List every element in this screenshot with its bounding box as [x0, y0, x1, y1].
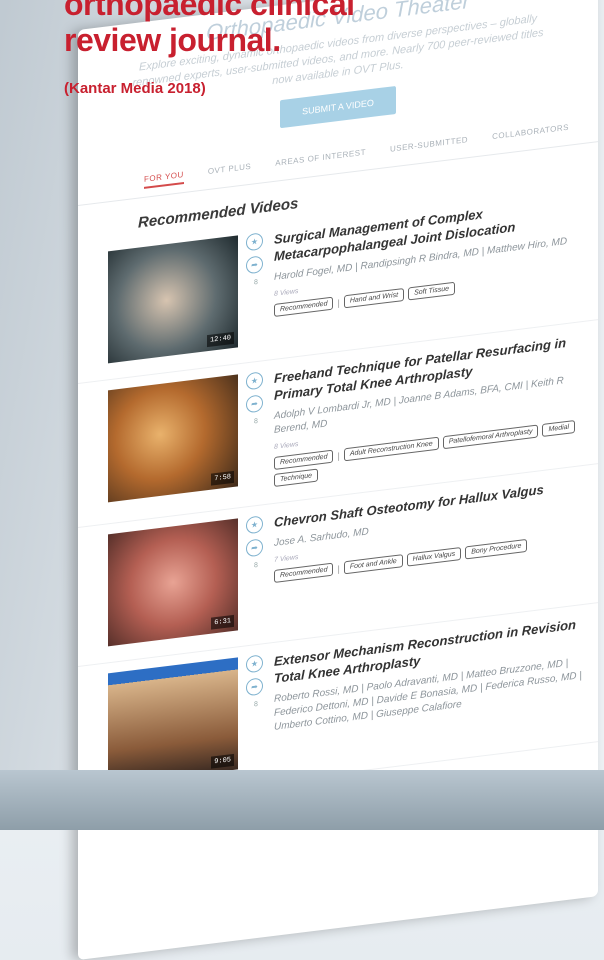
tag-recommended[interactable]: Recommended	[274, 449, 334, 470]
tag-separator: |	[337, 297, 340, 308]
share-count: 8	[254, 700, 258, 709]
tag-separator: |	[337, 450, 340, 461]
tag[interactable]: Hand and Wrist	[343, 287, 405, 309]
video-thumbnail[interactable]: 7:58	[108, 374, 238, 503]
tag-recommended[interactable]: Recommended	[274, 562, 334, 583]
video-actions: ★ ➦ 8	[246, 515, 266, 629]
tag[interactable]: Medial	[542, 419, 576, 437]
video-actions: ★ ➦ 8	[246, 371, 266, 490]
promo-headline-line-1: orthopaedic clinical	[64, 0, 355, 22]
share-count: 8	[254, 561, 258, 570]
video-duration: 7:58	[211, 470, 234, 486]
share-icon[interactable]: ➦	[246, 394, 263, 414]
video-thumbnail[interactable]: 6:31	[108, 518, 238, 647]
promo-headline: orthopaedic clinical review journal.	[64, 0, 355, 58]
tag-recommended[interactable]: Recommended	[274, 296, 334, 317]
share-count: 8	[254, 417, 258, 426]
bookmark-icon[interactable]: ★	[246, 371, 263, 391]
promo-headline-line-2: review journal.	[64, 22, 281, 58]
tab-user-submitted[interactable]: USER-SUBMITTED	[390, 135, 468, 159]
tab-collaborators[interactable]: COLLABORATORS	[492, 123, 569, 146]
promo-source: (Kantar Media 2018)	[64, 80, 206, 97]
tag[interactable]: Foot and Ankle	[343, 554, 403, 575]
video-info: Surgical Management of Complex Metacarpo…	[274, 192, 588, 343]
tag-separator: |	[337, 563, 340, 574]
tag[interactable]: Hallux Valgus	[406, 546, 462, 567]
tablet-bezel	[0, 770, 604, 830]
video-info: Extensor Mechanism Reconstruction in Rev…	[274, 614, 588, 765]
share-icon[interactable]: ➦	[246, 538, 263, 558]
bookmark-icon[interactable]: ★	[246, 654, 263, 674]
video-thumbnail[interactable]: 12:40	[108, 235, 238, 364]
bookmark-icon[interactable]: ★	[246, 515, 263, 535]
bookmark-icon[interactable]: ★	[246, 232, 263, 252]
share-count: 8	[254, 278, 258, 287]
tablet-device: Orthopaedic Video Theater Explore exciti…	[0, 0, 604, 960]
video-duration: 6:31	[211, 614, 234, 630]
tag[interactable]: Technique	[274, 468, 319, 487]
tab-ovt-plus[interactable]: OVT PLUS	[208, 162, 251, 181]
video-duration: 12:40	[206, 331, 234, 348]
video-info: Freehand Technique for Patellar Resurfac…	[274, 331, 588, 487]
tab-for-you[interactable]: FOR YOU	[144, 170, 184, 189]
video-actions: ★ ➦ 8	[246, 232, 266, 346]
video-thumbnail[interactable]: 9:05	[108, 657, 238, 786]
video-actions: ★ ➦ 8	[246, 654, 266, 768]
video-duration: 9:05	[211, 753, 234, 769]
share-icon[interactable]: ➦	[246, 677, 263, 697]
share-icon[interactable]: ➦	[246, 255, 263, 275]
tag[interactable]: Bony Procedure	[465, 538, 528, 560]
tab-areas-of-interest[interactable]: AREAS OF INTEREST	[275, 148, 366, 173]
video-info: Chevron Shaft Osteotomy for Hallux Valgu…	[274, 475, 588, 626]
tag[interactable]: Soft Tissue	[408, 281, 456, 301]
